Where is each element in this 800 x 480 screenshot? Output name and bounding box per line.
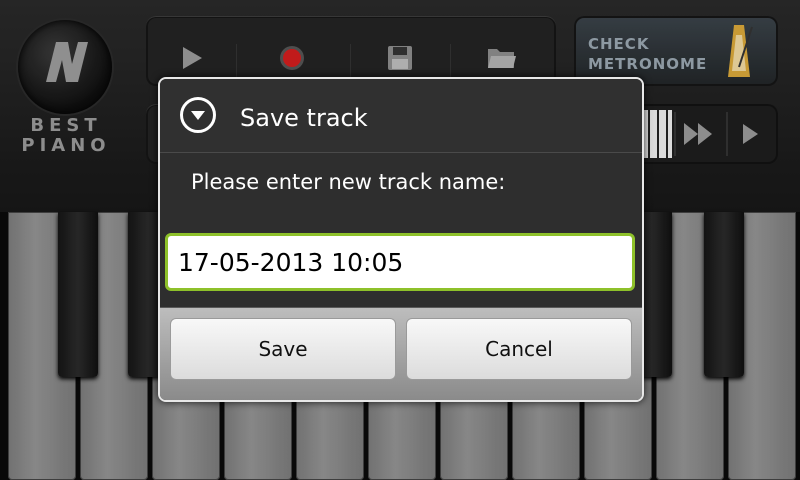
dropdown-arrow-icon bbox=[180, 97, 216, 133]
dialog-button-bar: Save Cancel bbox=[160, 307, 642, 400]
dialog-title: Save track bbox=[240, 104, 368, 132]
track-name-input[interactable] bbox=[165, 233, 635, 291]
save-button[interactable]: Save bbox=[170, 318, 396, 380]
dialog-message: Please enter new track name: bbox=[191, 170, 506, 194]
cancel-button[interactable]: Cancel bbox=[406, 318, 632, 380]
save-track-dialog: Save track Please enter new track name: … bbox=[158, 77, 644, 402]
dialog-header: Save track bbox=[160, 79, 642, 153]
